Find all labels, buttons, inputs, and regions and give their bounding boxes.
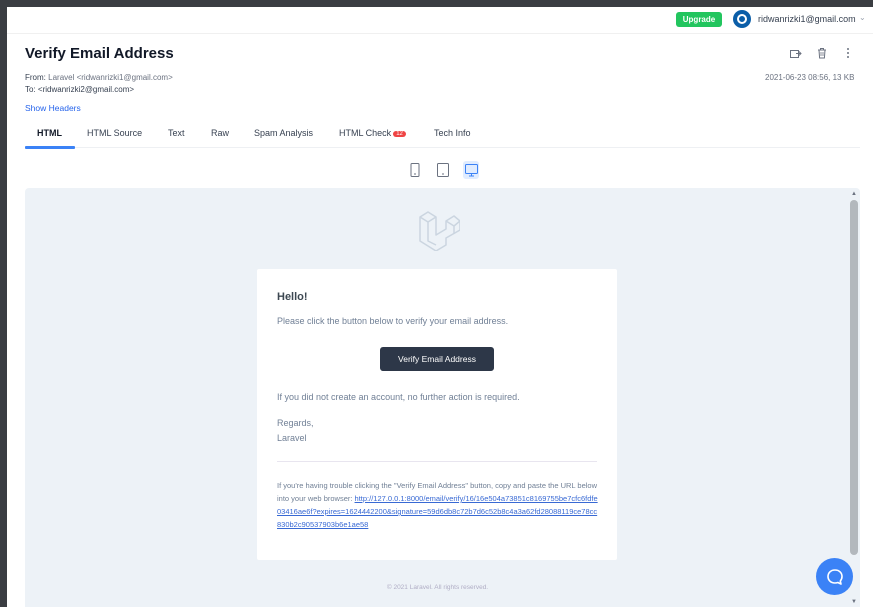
tab-html-check[interactable]: HTML Check 12	[339, 128, 406, 138]
from-line: From: Laravel <ridwanrizki1@gmail.com>	[25, 73, 173, 82]
top-bar: Upgrade ridwanrizki1@gmail.com ⌄	[7, 7, 873, 33]
email-no-action: If you did not create an account, no fur…	[277, 392, 520, 402]
tab-spam-analysis[interactable]: Spam Analysis	[254, 128, 313, 138]
message-meta: 2021-06-23 08:56, 13 KB	[765, 73, 855, 82]
active-tab-indicator	[25, 146, 75, 149]
laravel-logo	[419, 211, 460, 251]
trash-icon[interactable]	[815, 46, 828, 60]
preview-scrollbar[interactable]	[850, 200, 858, 555]
to-value: <ridwanrizki2@gmail.com>	[37, 85, 135, 94]
chat-bubble-icon[interactable]	[816, 558, 853, 595]
html-check-badge: 12	[393, 131, 406, 137]
email-card: Hello! Please click the button below to …	[257, 269, 617, 560]
mobile-icon[interactable]	[407, 161, 423, 179]
desktop-icon[interactable]	[463, 161, 479, 179]
tab-html[interactable]: HTML	[37, 128, 62, 138]
more-vertical-icon[interactable]	[841, 46, 854, 60]
message-subject: Verify Email Address	[25, 45, 174, 62]
from-value: Laravel <ridwanrizki1@gmail.com>	[48, 73, 173, 82]
tablet-icon[interactable]	[435, 161, 451, 179]
message-header: Verify Email Address From: Laravel <ridw…	[7, 33, 873, 149]
scroll-down-arrow[interactable]: ▼	[851, 599, 857, 605]
from-label: From:	[25, 73, 46, 82]
tab-html-source[interactable]: HTML Source	[87, 128, 142, 138]
email-subcopy: If you're having trouble clicking the "V…	[277, 479, 599, 531]
tab-raw[interactable]: Raw	[211, 128, 229, 138]
chevron-down-icon[interactable]: ⌄	[859, 13, 866, 22]
email-divider	[277, 461, 597, 462]
upgrade-button[interactable]: Upgrade	[676, 12, 722, 27]
email-preview: Hello! Please click the button below to …	[25, 188, 860, 607]
tab-tech-info[interactable]: Tech Info	[434, 128, 471, 138]
to-label: To:	[25, 85, 36, 94]
scroll-up-arrow[interactable]: ▲	[851, 191, 857, 197]
tab-html-check-label: HTML Check	[339, 128, 392, 138]
show-headers-link[interactable]: Show Headers	[25, 103, 81, 113]
device-switcher	[407, 161, 479, 179]
email-footer: © 2021 Laravel. All rights reserved.	[386, 584, 489, 591]
verify-email-button[interactable]: Verify Email Address	[380, 347, 494, 371]
forward-icon[interactable]	[789, 46, 802, 60]
email-regards: Regards,	[277, 418, 314, 428]
to-line: To: <ridwanrizki2@gmail.com>	[25, 85, 134, 94]
user-email[interactable]: ridwanrizki1@gmail.com	[758, 14, 856, 24]
email-greeting: Hello!	[277, 291, 308, 303]
tab-text[interactable]: Text	[168, 128, 185, 138]
email-sender: Laravel	[277, 433, 307, 443]
view-tabs: HTML HTML Source Text Raw Spam Analysis …	[25, 122, 860, 149]
window-frame-left	[0, 0, 7, 607]
email-intro: Please click the button below to verify …	[277, 316, 509, 326]
window-frame-top	[0, 0, 873, 7]
message-actions	[789, 46, 854, 60]
user-ring-icon[interactable]	[733, 10, 751, 28]
